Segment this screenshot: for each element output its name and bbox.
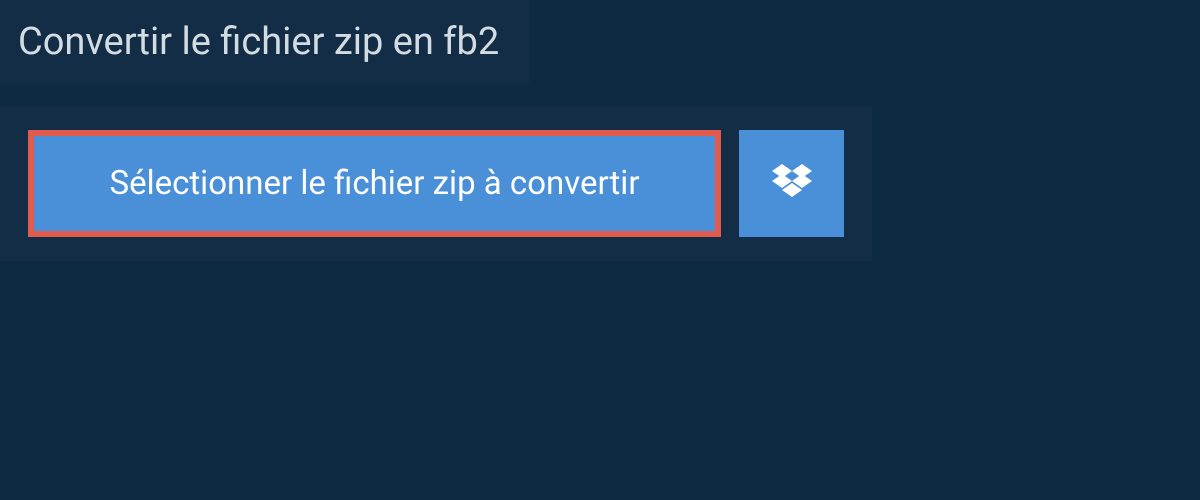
dropbox-button[interactable] — [739, 130, 844, 237]
select-file-label: Sélectionner le fichier zip à convertir — [109, 164, 639, 203]
upload-section: Sélectionner le fichier zip à convertir — [0, 106, 872, 261]
title-bar: Convertir le fichier zip en fb2 — [0, 0, 529, 84]
page-title: Convertir le fichier zip en fb2 — [18, 20, 499, 64]
main-container: Convertir le fichier zip en fb2 Sélectio… — [0, 0, 1200, 261]
dropbox-icon — [772, 164, 812, 204]
select-file-button[interactable]: Sélectionner le fichier zip à convertir — [28, 130, 721, 237]
